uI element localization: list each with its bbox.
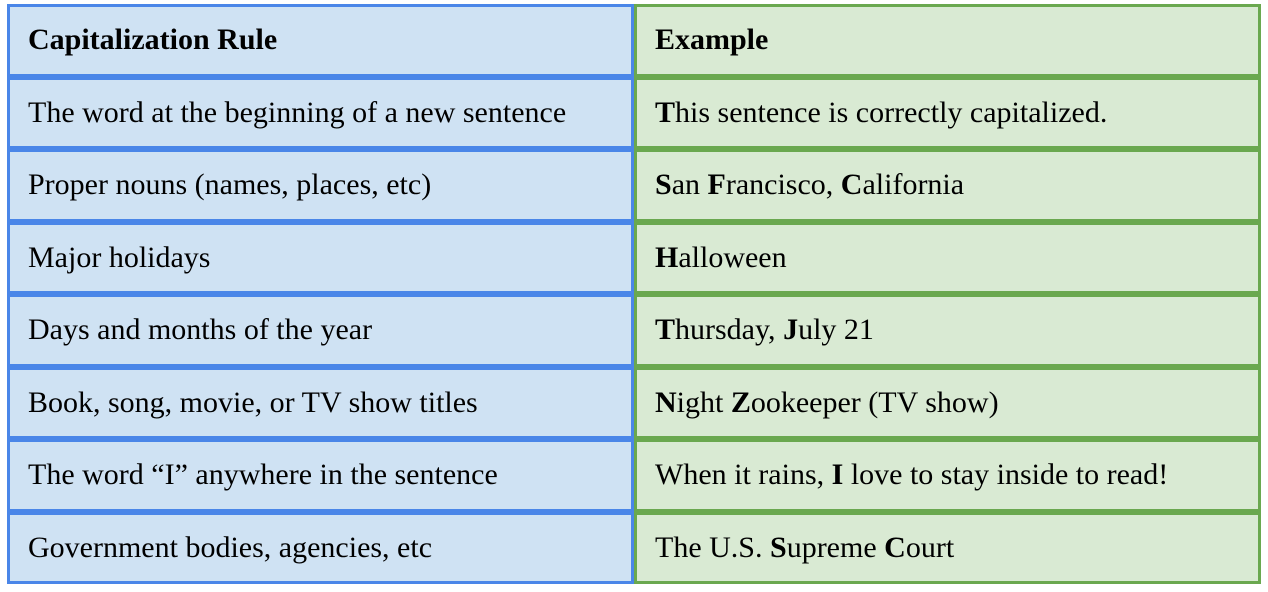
example-bold: I bbox=[832, 458, 844, 491]
example-text: When it rains, bbox=[655, 458, 832, 491]
rule-cell: Proper nouns (names, places, etc) bbox=[7, 149, 634, 222]
example-text: ourt bbox=[906, 531, 954, 564]
example-text: alifornia bbox=[862, 168, 964, 201]
example-bold: F bbox=[708, 168, 726, 201]
example-text: an bbox=[672, 168, 708, 201]
example-text: love to stay inside to read! bbox=[843, 458, 1168, 491]
example-text: upreme bbox=[787, 531, 884, 564]
example-text: ight bbox=[677, 386, 731, 419]
example-bold: C bbox=[841, 168, 863, 201]
example-bold: C bbox=[884, 531, 906, 564]
header-rule: Capitalization Rule bbox=[7, 4, 634, 77]
example-bold: S bbox=[770, 531, 787, 564]
example-text: uly 21 bbox=[798, 313, 874, 346]
rule-cell: The word at the beginning of a new sente… bbox=[7, 77, 634, 150]
example-bold: T bbox=[655, 313, 675, 346]
example-cell: Halloween bbox=[634, 222, 1261, 295]
example-cell: When it rains, I love to stay inside to … bbox=[634, 439, 1261, 512]
example-text: ookeeper (TV show) bbox=[751, 386, 999, 419]
example-bold: S bbox=[655, 168, 672, 201]
example-text: alloween bbox=[678, 241, 786, 274]
example-bold: H bbox=[655, 241, 678, 274]
example-bold: N bbox=[655, 386, 677, 419]
rule-cell: Government bodies, agencies, etc bbox=[7, 512, 634, 585]
example-cell: This sentence is correctly capitalized. bbox=[634, 77, 1261, 150]
example-cell: The U.S. Supreme Court bbox=[634, 512, 1261, 585]
header-example: Example bbox=[634, 4, 1261, 77]
example-text: hursday, bbox=[675, 313, 783, 346]
example-bold: T bbox=[655, 96, 675, 129]
rule-cell: Major holidays bbox=[7, 222, 634, 295]
example-bold: Z bbox=[731, 386, 751, 419]
example-text: The U.S. bbox=[655, 531, 770, 564]
example-text: rancisco, bbox=[726, 168, 841, 201]
capitalization-table: Capitalization Rule Example The word at … bbox=[7, 4, 1261, 584]
example-cell: San Francisco, California bbox=[634, 149, 1261, 222]
example-cell: Thursday, July 21 bbox=[634, 294, 1261, 367]
example-bold: J bbox=[783, 313, 798, 346]
rule-cell: The word “I” anywhere in the sentence bbox=[7, 439, 634, 512]
example-text: his sentence is correctly capitalized. bbox=[675, 96, 1107, 129]
example-cell: Night Zookeeper (TV show) bbox=[634, 367, 1261, 440]
rule-cell: Days and months of the year bbox=[7, 294, 634, 367]
rule-cell: Book, song, movie, or TV show titles bbox=[7, 367, 634, 440]
